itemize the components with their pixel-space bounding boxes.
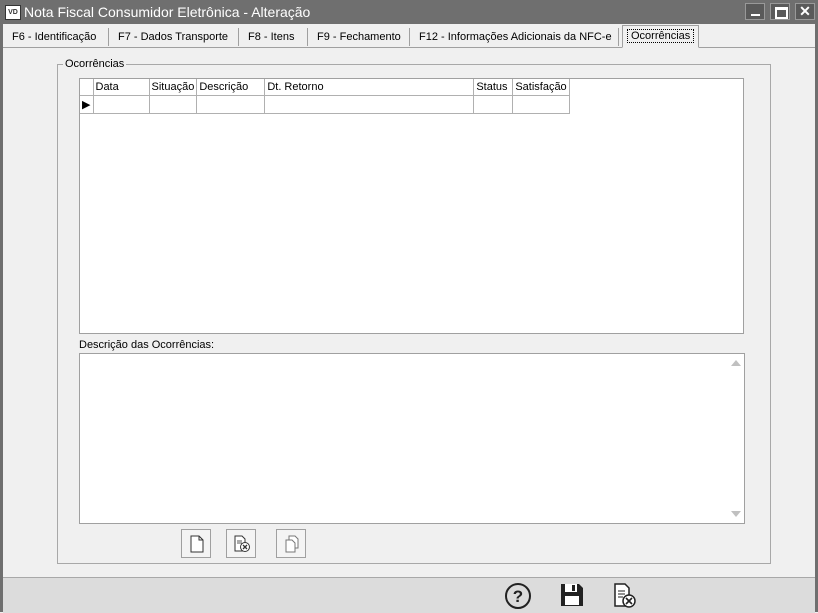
close-button[interactable]: ✕ <box>795 3 815 20</box>
column-header-descricao[interactable]: Descrição <box>196 79 266 96</box>
table-cell[interactable] <box>93 95 150 114</box>
title-bar: VD Nota Fiscal Consumidor Eletrônica - A… <box>0 0 818 24</box>
delete-document-icon <box>234 535 250 552</box>
help-button[interactable]: ? <box>504 582 532 613</box>
window-frame-left <box>0 24 3 612</box>
table-cell[interactable] <box>149 95 198 114</box>
groupbox-title: Ocorrências <box>63 58 127 70</box>
cancel-document-icon <box>614 583 636 608</box>
minimize-button[interactable] <box>745 3 765 20</box>
scroll-down-icon[interactable] <box>731 511 741 517</box>
tab-strip: F6 - Identificação F7 - Dados Transporte… <box>3 25 815 48</box>
help-icon: ? <box>505 583 531 609</box>
help-glyph: ? <box>513 587 523 606</box>
column-header-status[interactable]: Status <box>473 79 514 96</box>
scroll-up-icon[interactable] <box>731 360 741 366</box>
column-header-satisfacao[interactable]: Satisfação <box>512 79 570 96</box>
copy-document-icon <box>285 535 299 553</box>
grid-table: Data Situação Descrição Dt. Retorno Stat… <box>80 79 570 114</box>
column-header-data[interactable]: Data <box>93 79 150 96</box>
save-icon <box>561 584 583 606</box>
tab-divider <box>108 28 109 46</box>
descricao-label: Descrição das Ocorrências: <box>79 339 215 351</box>
tab-divider <box>307 28 308 46</box>
save-button[interactable] <box>559 582 585 611</box>
new-document-icon <box>190 535 204 553</box>
tab-itens[interactable]: F8 - Itens <box>242 27 300 47</box>
tab-divider <box>409 28 410 46</box>
copy-ocorrencia-button[interactable] <box>276 529 306 558</box>
tab-identificacao[interactable]: F6 - Identificação <box>6 27 102 47</box>
tab-fechamento[interactable]: F9 - Fechamento <box>311 27 407 47</box>
tab-divider <box>238 28 239 46</box>
cancel-button[interactable] <box>612 582 638 613</box>
footer-bar <box>3 577 815 613</box>
close-icon: ✕ <box>799 3 811 19</box>
memo-scrollbar[interactable] <box>727 354 744 523</box>
tab-ocorrencias-label: Ocorrências <box>627 29 695 43</box>
ocorrencias-grid[interactable]: Data Situação Descrição Dt. Retorno Stat… <box>79 78 744 334</box>
current-row-indicator-icon: ▶ <box>80 95 94 114</box>
window-title: Nota Fiscal Consumidor Eletrônica - Alte… <box>24 4 311 20</box>
delete-ocorrencia-button[interactable] <box>226 529 256 558</box>
table-cell[interactable] <box>473 95 514 114</box>
app-icon: VD <box>5 5 21 20</box>
column-header-situacao[interactable]: Situação <box>149 79 198 96</box>
descricao-textarea[interactable] <box>79 353 745 524</box>
tab-divider <box>618 28 619 46</box>
minimize-icon <box>751 14 760 16</box>
new-ocorrencia-button[interactable] <box>181 529 211 558</box>
column-header-dt-retorno[interactable]: Dt. Retorno <box>264 79 475 96</box>
maximize-button[interactable] <box>770 3 790 20</box>
grid-header-row: Data Situação Descrição Dt. Retorno Stat… <box>80 79 570 96</box>
row-indicator-header <box>80 79 94 96</box>
table-cell[interactable] <box>264 95 475 114</box>
tab-dados-transporte[interactable]: F7 - Dados Transporte <box>112 27 234 47</box>
table-cell[interactable] <box>512 95 570 114</box>
tab-informacoes-adicionais[interactable]: F12 - Informações Adicionais da NFC-e <box>413 27 618 47</box>
table-row[interactable]: ▶ <box>80 95 570 114</box>
table-cell[interactable] <box>196 95 266 114</box>
tab-ocorrencias[interactable]: Ocorrências <box>622 25 700 48</box>
maximize-icon <box>775 7 788 19</box>
